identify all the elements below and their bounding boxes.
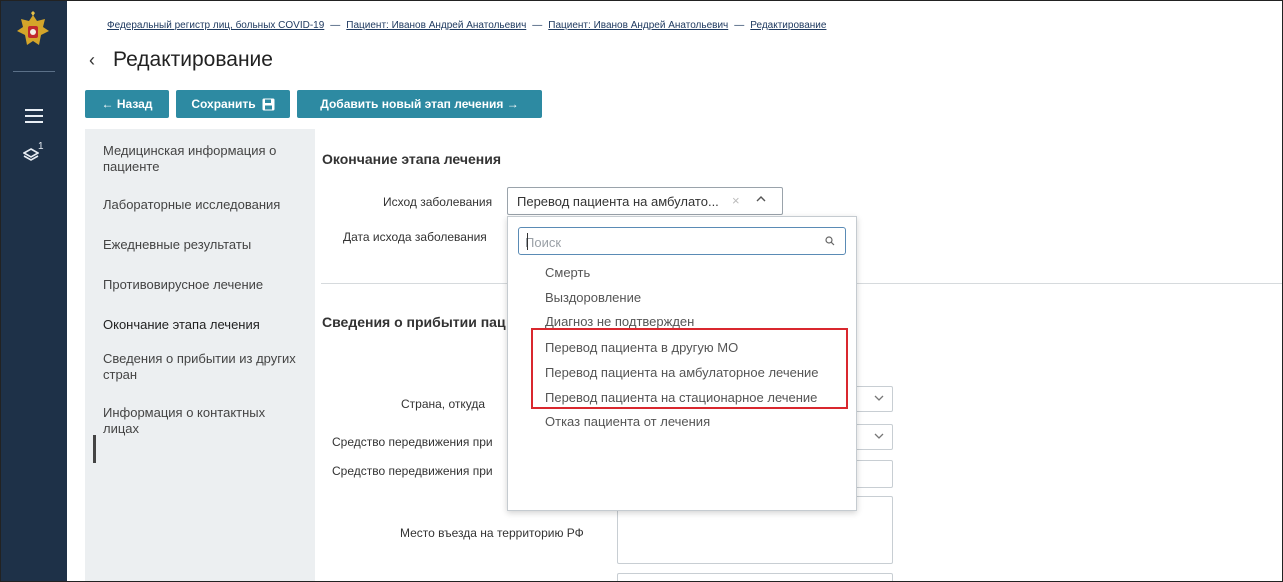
chevron-down-icon <box>874 433 884 439</box>
breadcrumb-patient-2[interactable]: Пациент: Иванов Андрей Анатольевич <box>548 20 728 31</box>
breadcrumb-registry[interactable]: Федеральный регистр лиц, больных COVID-1… <box>107 20 324 31</box>
country-label: Страна, откуда <box>401 397 486 411</box>
search-input[interactable] <box>525 233 815 251</box>
breadcrumb: Федеральный регистр лиц, больных COVID-1… <box>107 20 826 31</box>
nav-item-antiviral[interactable]: Противовирусное лечение <box>103 277 303 293</box>
nav-item-stage-end[interactable]: Окончание этапа лечения <box>103 317 303 333</box>
highlight-box <box>531 328 848 409</box>
chevron-down-icon <box>874 395 884 401</box>
next-field[interactable] <box>617 573 893 581</box>
option-recovery[interactable]: Выздоровление <box>545 290 641 305</box>
page-title: Редактирование <box>113 48 273 71</box>
chevron-up-icon[interactable] <box>756 194 766 204</box>
outcome-date-label: Дата исхода заболевания <box>343 230 487 244</box>
outcome-select-value: Перевод пациента на амбулато... <box>517 194 719 209</box>
app-window: 1 Федеральный регистр лиц, больных COVID… <box>0 0 1283 582</box>
layers-badge: 1 <box>38 141 44 152</box>
option-refusal[interactable]: Отказ пациента от лечения <box>545 414 710 429</box>
left-rail: 1 <box>1 1 67 581</box>
add-stage-button[interactable]: Добавить новый этап лечения → <box>297 90 542 118</box>
breadcrumb-sep: — <box>532 20 543 31</box>
nav-item-medical-info[interactable]: Медицинская информация о пациенте <box>103 143 303 175</box>
breadcrumb-sep: — <box>330 20 341 31</box>
option-not-confirmed[interactable]: Диагноз не подтвержден <box>545 314 694 329</box>
dropdown-search[interactable] <box>518 227 846 255</box>
section-title-arrival: Сведения о прибытии пац <box>322 314 506 330</box>
clear-icon[interactable]: × <box>732 193 740 208</box>
search-icon <box>825 236 835 246</box>
side-nav: Медицинская информация о пациенте Лабора… <box>85 129 315 581</box>
back-chevron-icon[interactable]: ‹ <box>89 50 95 71</box>
breadcrumb-patient[interactable]: Пациент: Иванов Андрей Анатольевич <box>346 20 526 31</box>
outcome-label: Исход заболевания <box>383 195 493 209</box>
outcome-select[interactable]: Перевод пациента на амбулато... × <box>507 187 783 215</box>
text-cursor <box>527 233 528 250</box>
rail-divider <box>13 71 55 72</box>
nav-active-indicator <box>93 435 96 463</box>
option-death[interactable]: Смерть <box>545 265 590 280</box>
transport-label-1: Средство передвижения при <box>332 435 493 449</box>
floppy-icon <box>262 98 275 110</box>
nav-item-lab-tests[interactable]: Лабораторные исследования <box>103 197 303 213</box>
menu-icon[interactable] <box>25 109 43 123</box>
transport-field[interactable] <box>851 460 893 488</box>
back-button[interactable]: ← Назад <box>85 90 169 118</box>
nav-item-arrival-info[interactable]: Сведения о прибытии из других стран <box>103 351 303 383</box>
entry-place-label: Место въезда на территорию РФ <box>400 526 584 540</box>
breadcrumb-edit[interactable]: Редактирование <box>750 20 826 31</box>
layers-icon[interactable]: 1 <box>22 141 47 169</box>
nav-item-daily-results[interactable]: Ежедневные результаты <box>103 237 303 253</box>
coat-of-arms-logo[interactable] <box>15 11 51 51</box>
transport-select[interactable] <box>851 424 893 450</box>
country-select[interactable] <box>851 386 893 412</box>
nav-item-contacts[interactable]: Информация о контактных лицах <box>103 405 303 437</box>
breadcrumb-sep: — <box>734 20 745 31</box>
save-button-label: Сохранить <box>191 97 256 111</box>
transport-label-2: Средство передвижения при <box>332 464 493 478</box>
section-title-stage-end: Окончание этапа лечения <box>322 151 501 167</box>
save-button[interactable]: Сохранить <box>176 90 290 118</box>
